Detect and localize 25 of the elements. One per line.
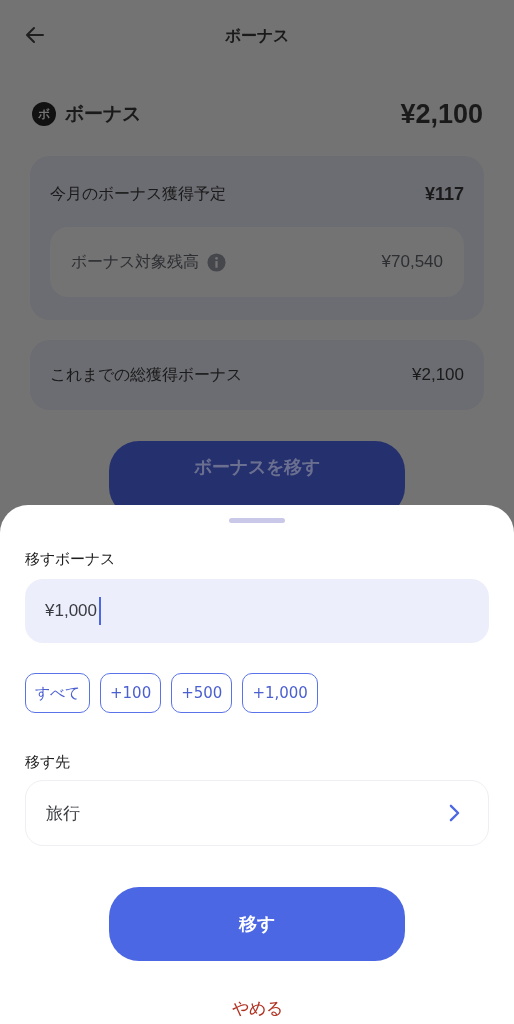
total-amount: ¥2,100	[412, 365, 464, 385]
amount-label: 移すボーナス	[25, 550, 116, 569]
page-title: ボーナス	[225, 25, 289, 47]
destination-label: 移す先	[25, 753, 71, 772]
amount-chip[interactable]: +1,000	[242, 673, 318, 713]
bonus-label: ボーナス	[65, 101, 141, 126]
cancel-link[interactable]: やめる	[231, 997, 283, 1020]
amount-field[interactable]: ¥1,000	[25, 579, 489, 643]
destination-value: 旅行	[46, 801, 80, 825]
eligible-label: ボーナス対象残高	[71, 251, 199, 273]
bonus-badge: ボ	[32, 102, 56, 126]
text-caret	[99, 597, 101, 625]
eligible-amount: ¥70,540	[381, 252, 443, 272]
chevron-right-icon	[449, 804, 460, 822]
amount-chip[interactable]: +100	[100, 673, 162, 713]
amount-chip[interactable]: +500	[171, 673, 233, 713]
monthly-label: 今月のボーナス獲得予定	[50, 184, 226, 205]
monthly-amount: ¥117	[424, 184, 464, 205]
destination-selector[interactable]: 旅行	[25, 780, 489, 846]
bonus-amount: ¥2,100	[400, 98, 483, 130]
sheet-handle[interactable]	[229, 518, 285, 523]
total-label: これまでの総獲得ボーナス	[50, 364, 242, 386]
submit-button[interactable]: 移す	[109, 887, 405, 961]
amount-chip[interactable]: すべて	[25, 673, 90, 713]
info-icon[interactable]	[207, 252, 226, 272]
